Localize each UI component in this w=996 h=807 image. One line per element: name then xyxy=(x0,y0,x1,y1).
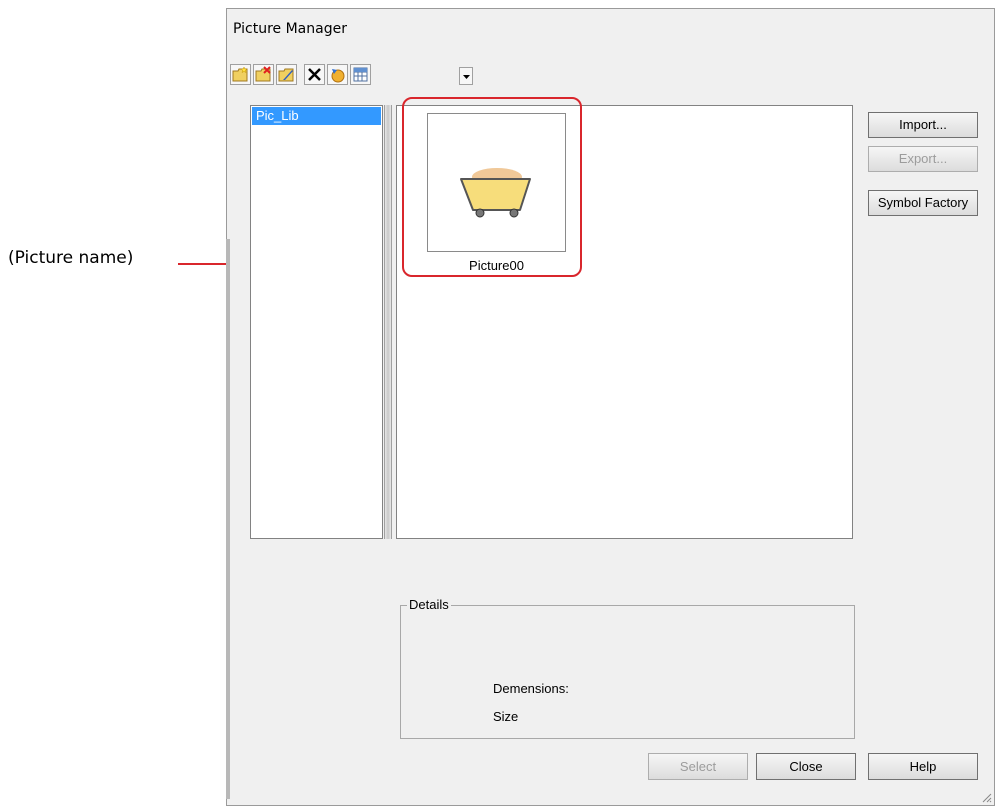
refresh-button[interactable] xyxy=(327,64,348,85)
tree-item-pic-lib[interactable]: Pic_Lib xyxy=(252,107,381,125)
picture-manager-dialog: Picture Manager Pic_Lib Picture00 Import… xyxy=(226,8,995,806)
resize-grip-icon[interactable] xyxy=(980,791,992,803)
delete-icon xyxy=(308,68,321,81)
dimensions-label: Demensions: xyxy=(493,681,569,696)
close-button[interactable]: Close xyxy=(756,753,856,780)
view-icon xyxy=(353,67,368,82)
delete-folder-button[interactable] xyxy=(253,64,274,85)
panel-splitter[interactable] xyxy=(384,105,392,539)
library-tree[interactable]: Pic_Lib xyxy=(250,105,383,539)
import-button[interactable]: Import... xyxy=(868,112,978,138)
symbol-factory-button[interactable]: Symbol Factory xyxy=(868,190,978,216)
view-mode-button[interactable] xyxy=(350,64,371,85)
picture-highlight-box xyxy=(402,97,582,277)
window-edge xyxy=(226,239,230,799)
delete-folder-icon xyxy=(255,66,271,82)
new-folder-button[interactable] xyxy=(230,64,251,85)
rename-folder-icon xyxy=(278,68,294,82)
rename-folder-button[interactable] xyxy=(276,64,297,85)
view-mode-dropdown[interactable] xyxy=(459,67,473,85)
select-button[interactable]: Select xyxy=(648,753,748,780)
new-folder-icon xyxy=(232,66,248,82)
size-label: Size xyxy=(493,709,519,724)
help-button[interactable]: Help xyxy=(868,753,978,780)
annotation-label: (Picture name) xyxy=(8,248,134,268)
delete-button[interactable] xyxy=(304,64,325,85)
chevron-down-icon xyxy=(463,75,470,79)
dialog-title: Picture Manager xyxy=(233,21,347,37)
details-legend: Details xyxy=(407,597,451,612)
refresh-icon xyxy=(331,69,345,83)
export-button[interactable]: Export... xyxy=(868,146,978,172)
details-group xyxy=(400,605,855,739)
